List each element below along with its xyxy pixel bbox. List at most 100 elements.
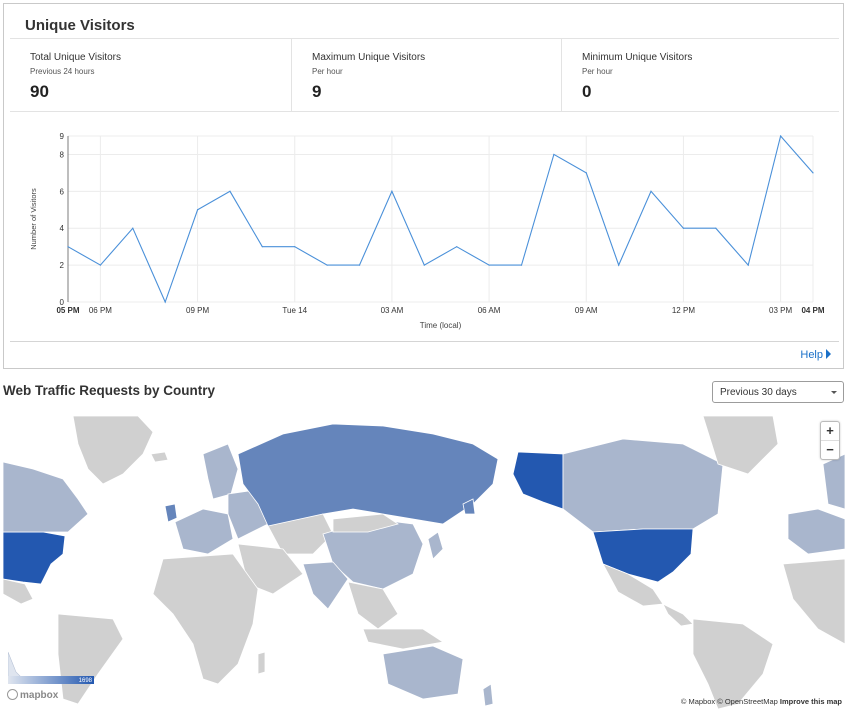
mapbox-logo[interactable]: mapbox [7, 689, 58, 701]
stat-label: Maximum Unique Visitors [312, 52, 426, 63]
stat-maximum: Maximum Unique Visitors Per hour 9 [291, 39, 561, 111]
stat-sublabel: Previous 24 hours [30, 67, 95, 76]
choropleth-map [3, 415, 845, 709]
x-tick-label: 06 PM [89, 306, 112, 315]
map-zoom-controls: + − [820, 421, 840, 460]
country-japan [427, 531, 444, 560]
stat-label: Minimum Unique Visitors [582, 52, 693, 63]
region-western-europe [174, 508, 234, 555]
stat-value: 0 [582, 82, 592, 101]
map-attribution: © Mapbox © OpenStreetMap Improve this ma… [681, 697, 842, 706]
data-point [261, 246, 263, 248]
improve-map-link[interactable]: Improve this map [780, 697, 842, 706]
region-south-america [692, 618, 774, 709]
zoom-in-button[interactable]: + [821, 422, 839, 440]
data-point [585, 172, 587, 174]
country-russia [237, 423, 499, 527]
stat-value: 90 [30, 82, 49, 101]
panel-title: Unique Visitors [25, 17, 135, 34]
data-point [650, 190, 652, 192]
world-map[interactable] [3, 414, 845, 709]
x-tick-label: 06 AM [478, 306, 501, 315]
data-point [294, 246, 296, 248]
country-australia [382, 645, 464, 700]
x-tick-label: 09 AM [575, 306, 598, 315]
data-point [67, 246, 69, 248]
stat-value: 9 [312, 82, 322, 101]
country-canada-west [3, 461, 89, 533]
y-tick-label: 8 [60, 150, 65, 159]
y-tick-label: 9 [60, 132, 65, 141]
country-iceland [150, 451, 169, 463]
x-tick-label: 12 PM [672, 306, 695, 315]
region-central-america [662, 603, 694, 627]
data-point [715, 227, 717, 229]
data-point [456, 246, 458, 248]
y-tick-label: 6 [60, 187, 65, 196]
data-point [229, 190, 231, 192]
x-tick-label: Tue 14 [282, 306, 307, 315]
country-new-zealand [482, 683, 494, 707]
data-point [488, 264, 490, 266]
map-landmass [3, 415, 845, 709]
x-tick-label: 03 AM [381, 306, 404, 315]
x-tick-label: 04 PM [801, 306, 824, 315]
region-southeast-asia [347, 581, 399, 630]
unique-visitors-panel: Unique Visitors Total Unique Visitors Pr… [3, 3, 844, 369]
data-point [682, 227, 685, 229]
help-label: Help [800, 349, 823, 361]
data-point [391, 190, 393, 192]
region-scandinavia-east [822, 453, 845, 510]
x-tick-label: 09 PM [186, 306, 209, 315]
zoom-out-button[interactable]: − [821, 440, 839, 459]
x-axis-title: Time (local) [420, 321, 462, 330]
data-point [423, 264, 425, 266]
visitors-chart: 0 2 4 6 8 9 05 PM 06 PM 09 PM Tue 14 03 AM 06 AM 09 … [10, 114, 839, 342]
y-tick-label: 4 [60, 224, 65, 233]
country-madagascar [257, 651, 266, 675]
caret-right-icon [826, 349, 831, 359]
y-axis-title: Number of Visitors [29, 188, 38, 250]
data-point [164, 301, 166, 303]
traffic-title: Web Traffic Requests by Country [3, 383, 216, 398]
mapbox-logo-text: mapbox [20, 690, 59, 701]
stat-sublabel: Per hour [582, 67, 613, 76]
x-tick-label: 03 PM [769, 306, 792, 315]
data-point [553, 153, 555, 156]
data-point [132, 227, 134, 229]
country-greenland [72, 415, 154, 485]
data-point [358, 264, 361, 266]
data-point [520, 264, 523, 266]
region-africa-east [782, 558, 845, 645]
x-tick-label: 05 PM [56, 306, 79, 315]
help-link[interactable]: Help [800, 349, 831, 361]
data-point [618, 264, 620, 266]
country-usa-west [3, 531, 66, 585]
data-point [196, 209, 199, 211]
stat-sublabel: Per hour [312, 67, 343, 76]
mapbox-icon [7, 689, 18, 700]
data-point [99, 264, 101, 266]
data-point [780, 135, 782, 137]
series-line [67, 134, 814, 304]
data-point [326, 264, 328, 266]
chevron-down-icon [831, 391, 837, 394]
region-scandinavia [202, 443, 239, 500]
country-canada [562, 438, 724, 533]
legend-max-label: 1698 [78, 678, 92, 684]
range-select-value: Previous 30 days [720, 387, 797, 398]
y-tick-label: 2 [60, 261, 65, 270]
map-legend: 1698 [7, 648, 95, 685]
country-usa-alaska [512, 451, 564, 510]
attribution-text[interactable]: © Mapbox © OpenStreetMap [681, 697, 778, 706]
stat-total: Total Unique Visitors Previous 24 hours … [10, 39, 291, 111]
stats-row: Total Unique Visitors Previous 24 hours … [10, 38, 839, 112]
range-select[interactable]: Previous 30 days [712, 381, 844, 403]
data-point [812, 172, 814, 174]
region-europe-east [787, 508, 845, 555]
country-uk [164, 503, 178, 523]
stat-minimum: Minimum Unique Visitors Per hour 0 [561, 39, 839, 111]
stat-label: Total Unique Visitors [30, 52, 121, 63]
region-africa [152, 553, 259, 685]
visitors-line-chart: 02468905 PM 06 PM 09 PM Tue 14 03 AM 06 AM 09 … [29, 132, 825, 330]
